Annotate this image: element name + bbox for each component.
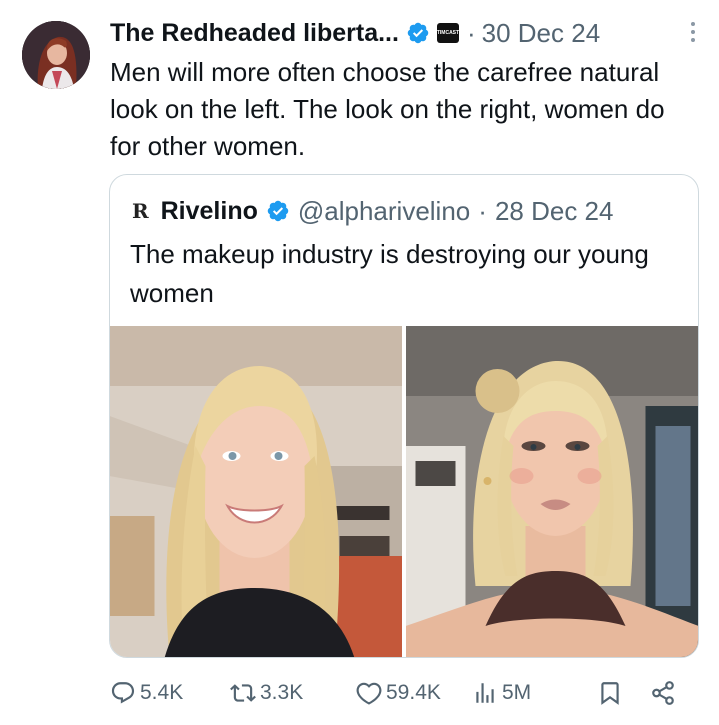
views-icon	[476, 683, 494, 703]
repost-count: 3.3K	[260, 681, 304, 704]
like-count: 59.4K	[386, 681, 441, 704]
action-bar: 5.4K 3.3K 59.4K 5M	[110, 675, 696, 711]
views-button[interactable]: 5M	[472, 675, 531, 711]
repost-icon	[230, 684, 256, 702]
author-name[interactable]: The Redheaded liberta...	[110, 19, 399, 48]
media-grid	[110, 326, 698, 657]
reply-icon	[111, 682, 135, 704]
verified-badge-icon	[267, 200, 289, 222]
bookmark-icon	[601, 682, 619, 705]
verified-badge-icon	[407, 22, 429, 44]
repost-button[interactable]: 3.3K	[230, 675, 303, 711]
like-button[interactable]: 59.4K	[356, 675, 441, 711]
media-photo-right[interactable]	[406, 326, 698, 657]
affiliation-badge[interactable]: TIMCAST	[437, 23, 459, 43]
header-separator: ·	[466, 17, 476, 48]
bookmark-button[interactable]	[597, 675, 627, 711]
natural-look-image	[110, 326, 402, 657]
avatar-image	[22, 21, 90, 89]
quoted-post-date[interactable]: 28 Dec 24	[495, 196, 614, 227]
quoted-post-text: The makeup industry is destroying our yo…	[130, 239, 649, 308]
reply-button[interactable]: 5.4K	[110, 675, 183, 711]
author-avatar[interactable]	[22, 21, 90, 89]
quoted-author-handle[interactable]: @alpharivelino	[298, 196, 470, 227]
media-photo-left[interactable]	[110, 326, 402, 657]
post-header: The Redheaded liberta... TIMCAST · 30 De…	[110, 16, 691, 50]
share-icon	[652, 681, 674, 705]
quoted-author-logo: R	[132, 199, 149, 223]
quoted-post-header: R Rivelino @alpharivelino · 28 Dec 24	[132, 195, 613, 227]
makeup-look-image	[406, 326, 698, 657]
post-text: Men will more often choose the carefree …	[110, 57, 665, 161]
quoted-header-separator: ·	[478, 195, 487, 226]
like-icon	[356, 682, 382, 705]
quoted-author-name[interactable]: Rivelino	[161, 197, 258, 226]
more-icon[interactable]	[689, 22, 697, 46]
post-date[interactable]: 30 Dec 24	[482, 18, 601, 49]
views-count: 5M	[502, 681, 532, 704]
quoted-post[interactable]: R Rivelino @alpharivelino · 28 Dec 24 Th…	[109, 174, 699, 658]
share-button[interactable]	[650, 675, 680, 711]
reply-count: 5.4K	[140, 681, 184, 704]
